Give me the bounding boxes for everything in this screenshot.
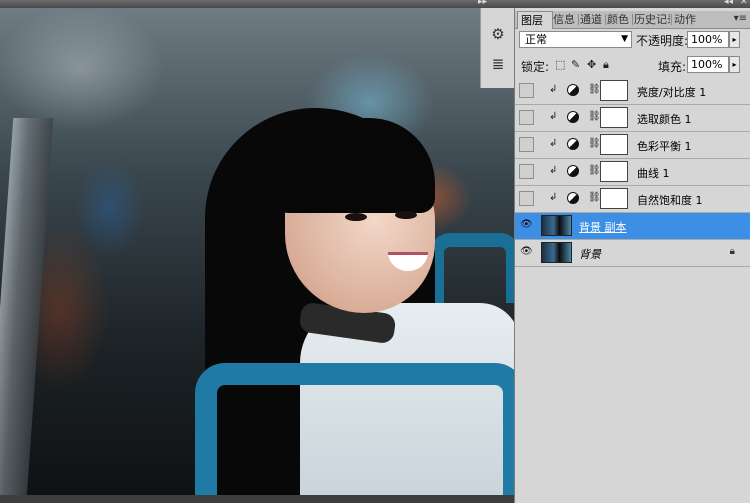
link-icon: ⛓ (588, 165, 601, 176)
layer-row[interactable]: ↲ ⛓ 色彩平衡 1 (515, 132, 750, 159)
layer-name: 背景 (579, 248, 601, 261)
clipping-icon: ↲ (549, 138, 558, 149)
layer-row[interactable]: ↲ ⛓ 选取颜色 1 (515, 105, 750, 132)
right-eye (395, 211, 417, 219)
tab-color[interactable]: 颜色 (607, 11, 631, 28)
left-eye (345, 213, 367, 221)
layer-name: 选取颜色 1 (637, 113, 692, 126)
layers-panel: 图层 信息 通道 颜色 历史记录 动作 ▾≡ 正常 ▼ 不透明度: 100% ▸… (514, 8, 750, 503)
tab-channels[interactable]: 通道 (580, 11, 604, 28)
tab-info[interactable]: 信息 (553, 11, 577, 28)
link-icon: ⛓ (588, 192, 601, 203)
panel-menu-icon[interactable]: ▾≡ (734, 13, 747, 24)
link-icon: ⛓ (588, 138, 601, 149)
layer-mask-thumbnail[interactable] (600, 107, 628, 128)
layer-row[interactable]: ↲ ⛓ 自然饱和度 1 (515, 186, 750, 213)
fill-input[interactable]: 100% (687, 56, 729, 73)
bus-seat (195, 363, 514, 495)
tab-layers[interactable]: 图层 (517, 11, 553, 29)
adjustment-layer-icon (567, 165, 579, 177)
bus-seat-back (430, 233, 514, 303)
layer-row-selected[interactable]: 👁︎ 背景 副本 (515, 213, 750, 240)
clipping-icon: ↲ (549, 84, 558, 95)
layer-mask-thumbnail[interactable] (600, 134, 628, 155)
tab-actions[interactable]: 动作 (674, 11, 700, 28)
layer-mask-thumbnail[interactable] (600, 80, 628, 101)
adjustment-layer-icon (567, 138, 579, 150)
status-bar (0, 495, 514, 503)
clone-source-icon[interactable]: ≣ (485, 52, 511, 76)
layer-row[interactable]: ↲ ⛓ 曲线 1 (515, 159, 750, 186)
clipping-icon: ↲ (549, 111, 558, 122)
opacity-label: 不透明度: (636, 34, 689, 48)
visibility-toggle[interactable] (519, 110, 534, 125)
layer-row[interactable]: ↲ ⛓ 亮度/对比度 1 (515, 78, 750, 105)
app-title-strip: ▸▸ ◂◂ ✕ (0, 0, 750, 8)
lock-transparent-icon[interactable]: ⬚ (555, 58, 565, 71)
layers-list: ↲ ⛓ 亮度/对比度 1 ↲ ⛓ 选取颜色 1 ↲ ⛓ 色彩平衡 1 ↲ ⛓ 曲… (515, 78, 750, 268)
adjustment-layer-icon (567, 192, 579, 204)
blend-mode-select[interactable]: 正常 ▼ (519, 31, 632, 48)
visibility-toggle[interactable] (519, 137, 534, 152)
expand-icon[interactable]: ▸▸ (478, 0, 487, 7)
tab-history[interactable]: 历史记录 (634, 11, 670, 28)
eye-icon[interactable]: 👁︎ (520, 219, 533, 230)
layer-name: 背景 副本 (579, 221, 627, 234)
layer-row[interactable]: 👁︎ 背景 🔒︎ (515, 240, 750, 267)
mini-toolbar: ⚙ ≣ (480, 8, 515, 88)
fill-slider-button[interactable]: ▸ (729, 56, 740, 73)
layer-mask-thumbnail[interactable] (600, 161, 628, 182)
opacity-input[interactable]: 100% (687, 31, 729, 48)
lock-position-icon[interactable]: ✥ (587, 58, 596, 71)
lock-icon: 🔒︎ (729, 246, 735, 257)
clipping-icon: ↲ (549, 165, 558, 176)
bus-pole (0, 118, 54, 495)
link-icon: ⛓ (588, 84, 601, 95)
document-canvas[interactable] (0, 8, 514, 495)
chevron-down-icon: ▼ (621, 34, 628, 44)
visibility-toggle[interactable] (519, 83, 534, 98)
opacity-slider-button[interactable]: ▸ (729, 31, 740, 48)
brush-settings-icon[interactable]: ⚙ (485, 22, 511, 46)
clipping-icon: ↲ (549, 192, 558, 203)
fill-label: 填充: (658, 60, 687, 74)
layer-thumbnail[interactable] (541, 215, 572, 236)
visibility-toggle[interactable] (519, 164, 534, 179)
layer-name: 自然饱和度 1 (637, 194, 703, 207)
close-icon[interactable]: ✕ (740, 0, 748, 7)
layer-name: 色彩平衡 1 (637, 140, 692, 153)
panel-tabs: 图层 信息 通道 颜色 历史记录 动作 ▾≡ (515, 11, 750, 29)
collapse-icon[interactable]: ◂◂ (724, 0, 733, 7)
layer-name: 亮度/对比度 1 (637, 86, 707, 99)
blend-mode-value: 正常 (525, 33, 547, 46)
lock-all-icon[interactable]: 🔒︎ (603, 58, 609, 72)
layer-mask-thumbnail[interactable] (600, 188, 628, 209)
adjustment-layer-icon (567, 84, 579, 96)
lock-label: 锁定: (521, 60, 550, 74)
visibility-toggle[interactable] (519, 191, 534, 206)
layer-name: 曲线 1 (637, 167, 670, 180)
adjustment-layer-icon (567, 111, 579, 123)
eye-icon[interactable]: 👁︎ (520, 246, 533, 257)
lock-image-icon[interactable]: ✎ (571, 58, 580, 71)
bangs (260, 118, 435, 213)
link-icon: ⛓ (588, 111, 601, 122)
layer-thumbnail[interactable] (541, 242, 572, 263)
